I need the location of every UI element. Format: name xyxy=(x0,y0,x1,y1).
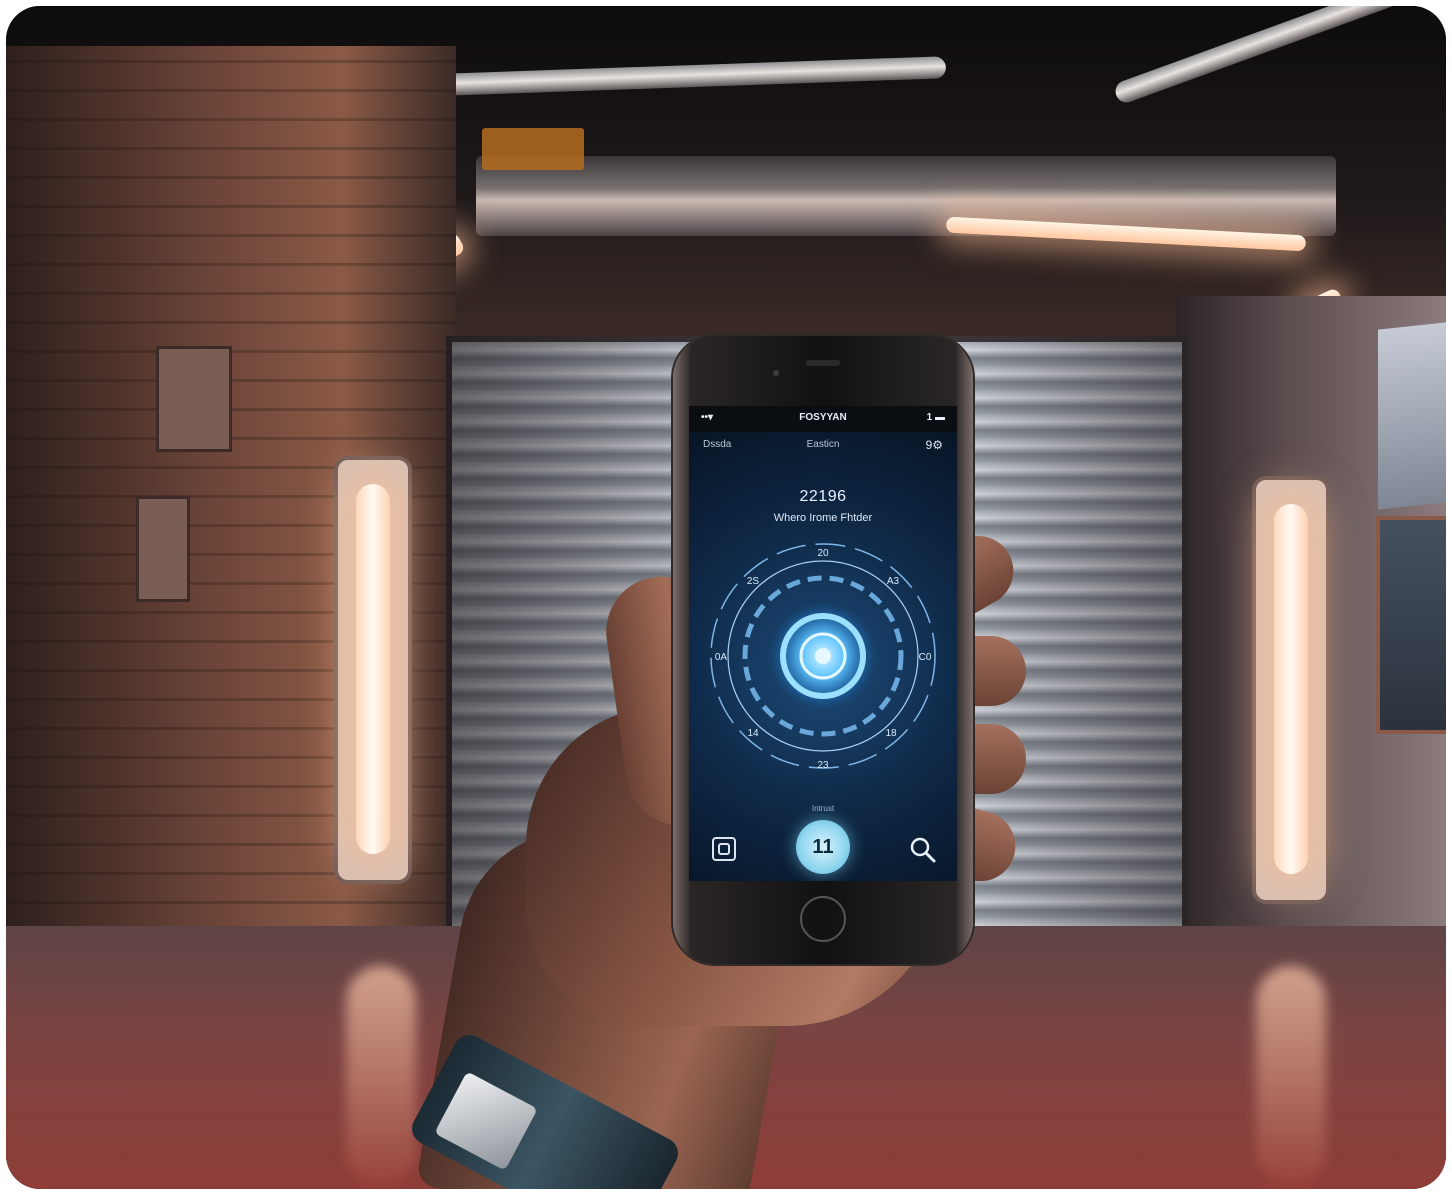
lock-dial[interactable]: 20 A3 C0 18 23 14 0A 2S xyxy=(703,536,943,776)
dial-label: 23 xyxy=(817,760,829,771)
smartphone: ••▾ FOSYYAN 1 ▬ Dssda Easticn 9⚙ 22196 W… xyxy=(673,336,973,964)
warning-sign xyxy=(482,128,584,170)
dial-label: C0 xyxy=(919,652,932,663)
electrical-box xyxy=(136,496,190,602)
status-title: FOSYYAN xyxy=(799,412,847,423)
floor-reflection xyxy=(1256,966,1326,1186)
dial-label: A3 xyxy=(887,576,900,587)
phone-screen: ••▾ FOSYYAN 1 ▬ Dssda Easticn 9⚙ 22196 W… xyxy=(689,406,957,881)
app-nav-bar: Dssda Easticn 9⚙ xyxy=(689,436,957,456)
wall-panel xyxy=(1378,322,1446,510)
photo-frame: ••▾ FOSYYAN 1 ▬ Dssda Easticn 9⚙ 22196 W… xyxy=(6,6,1446,1189)
lock-core-icon xyxy=(815,648,831,664)
settings-icon[interactable]: 9⚙ xyxy=(926,438,943,452)
copy-icon[interactable] xyxy=(709,834,739,864)
dial-label: 2S xyxy=(747,576,760,587)
battery-indicator: 1 ▬ xyxy=(926,412,945,423)
dial-label: 18 xyxy=(885,728,897,739)
home-button[interactable] xyxy=(800,896,846,942)
dial-label: 14 xyxy=(747,728,759,739)
dial-label: 0A xyxy=(715,652,728,663)
earpiece xyxy=(806,360,840,366)
dial-caption: Intrust xyxy=(811,804,835,813)
electrical-box xyxy=(156,346,232,452)
wall-window xyxy=(1376,516,1446,734)
floor-reflection xyxy=(346,966,416,1186)
front-camera xyxy=(773,370,779,376)
unlock-button[interactable]: 11 xyxy=(796,820,850,874)
code-headline: 22196 xyxy=(799,488,847,505)
wall-light-right xyxy=(1252,476,1330,904)
search-icon[interactable] xyxy=(907,834,937,864)
subtitle: Whero Irome Fhtder xyxy=(773,512,873,524)
ceiling-duct xyxy=(476,156,1336,236)
status-bar: ••▾ FOSYYAN 1 ▬ xyxy=(689,406,957,432)
wall-light-left xyxy=(334,456,412,884)
dial-label: 20 xyxy=(817,548,829,559)
nav-title: Easticn xyxy=(806,439,840,450)
